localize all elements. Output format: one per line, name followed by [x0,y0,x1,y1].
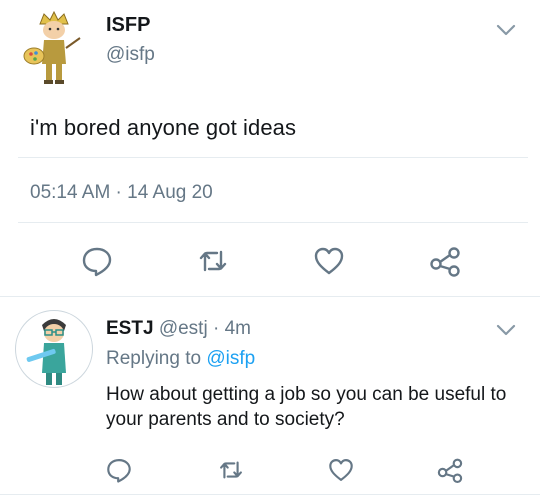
share-icon[interactable] [436,456,464,484]
tweet-text: i'm bored anyone got ideas [30,115,297,140]
header-separator: · [207,318,225,339]
divider [18,222,528,223]
tweet-timestamp[interactable]: 05:14 AM · 14 Aug 20 [30,182,213,204]
reply-header: ESTJ @estj · 4m [106,318,251,340]
author-handle[interactable]: @isfp [106,44,155,66]
divider [18,157,528,158]
author-avatar[interactable] [22,10,86,86]
chevron-down-icon[interactable] [492,16,520,44]
retweet-icon[interactable] [217,456,245,484]
replying-to: Replying to @isfp [106,348,255,370]
replying-to-handle[interactable]: @isfp [206,348,255,369]
divider [0,296,540,297]
avatar-figure-image [23,10,81,84]
avatar-figure-image [26,319,66,385]
reply-author-handle[interactable]: @estj [159,318,208,339]
like-icon[interactable] [312,244,346,278]
like-icon[interactable] [327,456,355,484]
reply-author-avatar[interactable] [15,310,93,388]
reply-author-name[interactable]: ESTJ [106,318,154,339]
chevron-down-icon[interactable] [492,316,520,344]
share-icon[interactable] [428,244,462,278]
reply-text: How about getting a job so you can be us… [106,384,507,430]
reply-icon[interactable] [105,456,133,484]
author-name[interactable]: ISFP [106,14,150,37]
reply-age[interactable]: 4m [225,318,251,339]
retweet-icon[interactable] [196,244,230,278]
divider [0,494,540,495]
replying-to-prefix: Replying to [106,348,207,369]
reply-icon[interactable] [80,244,114,278]
